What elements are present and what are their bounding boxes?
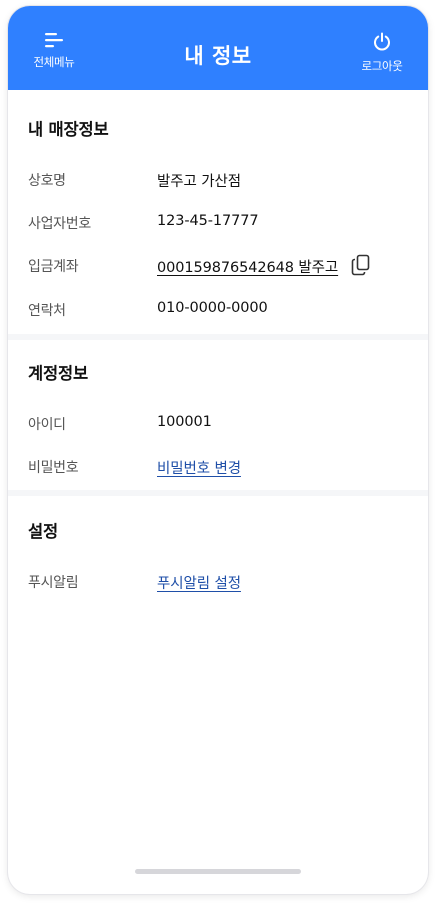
phone-frame: 전체메뉴 내 정보 로그아웃 내 매장정보 상호명 발주고 가산점 사업자번호 … — [8, 6, 428, 894]
deposit-account-key: 입금계좌 — [28, 259, 79, 275]
store-name-value: 발주고 가산점 — [157, 174, 241, 190]
contact-row: 연락처 010-0000-0000 — [8, 296, 428, 324]
account-info-section: 계정정보 아이디 100001 비밀번호 비밀번호 변경 — [8, 340, 428, 490]
password-key: 비밀번호 — [28, 460, 79, 476]
business-number-value: 123-45-17777 — [157, 213, 259, 229]
contact-key: 연락처 — [28, 303, 66, 319]
store-info-title: 내 매장정보 — [28, 120, 109, 139]
push-settings-link[interactable]: 푸시알림 설정 — [157, 572, 241, 593]
logout-button[interactable]: 로그아웃 — [344, 32, 420, 78]
settings-title: 설정 — [28, 522, 58, 541]
deposit-account-row: 입금계좌 000159876542648 발주고 — [8, 252, 428, 280]
push-notification-key: 푸시알림 — [28, 575, 79, 591]
user-id-row: 아이디 100001 — [8, 410, 428, 438]
push-notification-row: 푸시알림 푸시알림 설정 — [8, 568, 428, 596]
change-password-link[interactable]: 비밀번호 변경 — [157, 457, 241, 478]
home-indicator — [135, 869, 301, 874]
power-icon — [374, 32, 390, 51]
copy-icon[interactable] — [351, 254, 371, 276]
deposit-account-value[interactable]: 000159876542648 발주고 — [157, 256, 338, 277]
logout-label: 로그아웃 — [361, 59, 403, 73]
store-info-section: 내 매장정보 상호명 발주고 가산점 사업자번호 123-45-17777 입금… — [8, 90, 428, 334]
store-name-key: 상호명 — [28, 173, 66, 189]
store-name-row: 상호명 발주고 가산점 — [8, 166, 428, 194]
business-number-key: 사업자번호 — [28, 216, 91, 232]
settings-section: 설정 푸시알림 푸시알림 설정 — [8, 496, 428, 894]
account-info-title: 계정정보 — [28, 364, 88, 383]
user-id-value: 100001 — [157, 414, 212, 430]
password-row: 비밀번호 비밀번호 변경 — [8, 453, 428, 481]
user-id-key: 아이디 — [28, 417, 66, 433]
contact-value: 010-0000-0000 — [157, 300, 268, 316]
app-header: 전체메뉴 내 정보 로그아웃 — [8, 6, 428, 90]
business-number-row: 사업자번호 123-45-17777 — [8, 209, 428, 237]
